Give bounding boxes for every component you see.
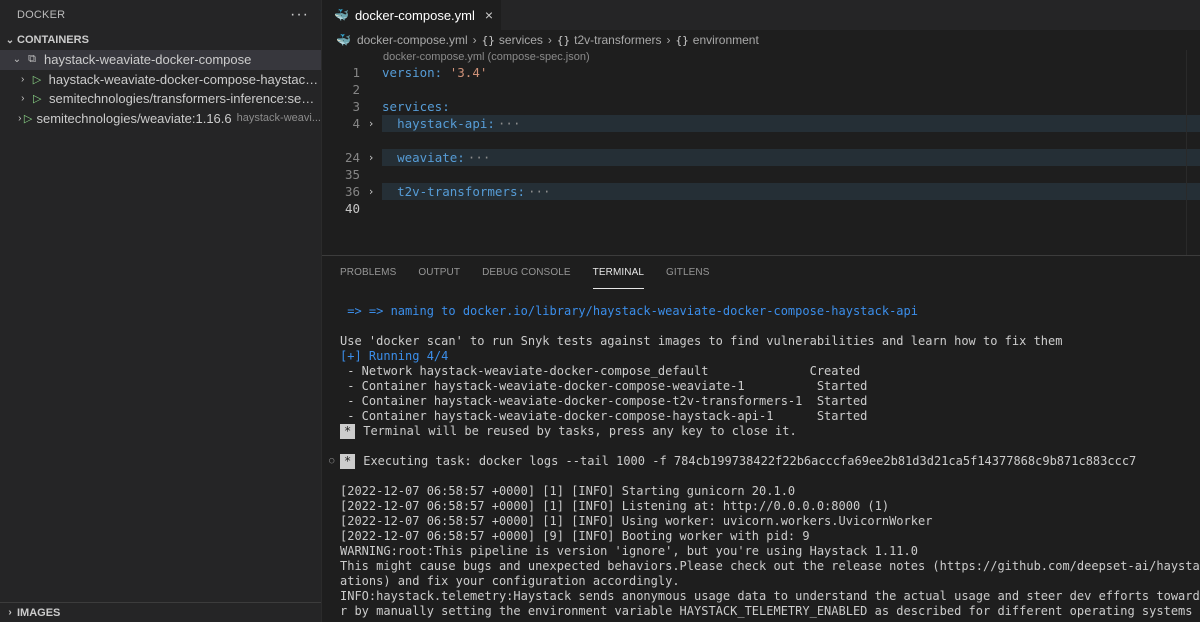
chevron-right-icon: › <box>472 33 477 47</box>
compose-stack-icon: ⧉ <box>28 53 36 66</box>
line-number: 40 <box>344 201 360 216</box>
terminal-line: [+] Running 4/4 <box>340 349 449 363</box>
code-editor[interactable]: 1 version: '3.4' 2 3 services: 4 › hayst… <box>322 64 1200 217</box>
tab-problems[interactable]: PROBLEMS <box>340 256 396 289</box>
tab-docker-compose[interactable]: 🐳 docker-compose.yml × <box>322 0 503 30</box>
chevron-right-icon: › <box>18 112 22 124</box>
terminal-line: This might cause bugs and unexpected beh… <box>340 559 1200 573</box>
code-line-current: 40 <box>322 200 1200 217</box>
chevron-down-icon: ⌄ <box>5 34 15 46</box>
docker-sidebar: DOCKER ··· ⌄ CONTAINERS ⌄ ⧉ haystack-wea… <box>0 0 322 622</box>
chevron-right-icon[interactable]: › <box>360 185 382 198</box>
code-line-folded: 36 › t2v-transformers: ··· <box>322 183 1200 200</box>
code-line-folded: 4 › haystack-api: ··· <box>322 115 1200 132</box>
terminal-line: - Container haystack-weaviate-docker-com… <box>340 394 868 408</box>
tab-label: docker-compose.yml <box>354 7 475 23</box>
terminal-line: [2022-12-07 06:58:57 +0000] [1] [INFO] L… <box>340 499 890 513</box>
container-label: semitechnologies/transformers-inference:… <box>49 91 321 107</box>
terminal-line: [2022-12-07 06:58:57 +0000] [9] [INFO] B… <box>340 529 810 543</box>
chevron-right-icon: › <box>8 607 12 618</box>
editor-scrollbar[interactable] <box>1186 50 1200 255</box>
running-container-icon: ▷ <box>33 93 42 106</box>
breadcrumb: 🐳 docker-compose.yml › {} services › {} … <box>322 30 1200 50</box>
task-badge: * <box>340 454 356 469</box>
panel-tabs: PROBLEMS OUTPUT DEBUG CONSOLE TERMINAL G… <box>322 256 1200 289</box>
container-detail: haystack-weavi... <box>236 112 321 125</box>
containers-section-label: CONTAINERS <box>17 34 89 46</box>
tab-gitlens[interactable]: GITLENS <box>666 256 710 289</box>
terminal-line: r by manually setting the environment va… <box>340 604 1200 618</box>
terminal-line: - Network haystack-weaviate-docker-compo… <box>340 364 861 378</box>
breadcrumb-t2v[interactable]: t2v-transformers <box>574 33 661 47</box>
editor-area: 🐳 docker-compose.yml × 🐳 docker-compose.… <box>322 0 1200 255</box>
running-container-icon: ▷ <box>23 112 33 125</box>
terminal-line: INFO:haystack.telemetry:Haystack sends a… <box>340 589 1200 603</box>
container-item[interactable]: › ▷ semitechnologies/transformers-infere… <box>0 89 321 109</box>
schema-codelens[interactable]: docker-compose.yml (compose-spec.json) <box>322 50 1200 64</box>
terminal-line: ○ * Executing task: docker logs --tail 100… <box>329 454 1137 469</box>
chevron-right-icon: › <box>21 93 25 105</box>
object-icon: {} <box>481 33 495 47</box>
object-icon: {} <box>556 33 571 47</box>
container-label: semitechnologies/weaviate:1.16.6 <box>36 110 232 126</box>
chevron-right-icon: › <box>666 33 671 47</box>
docker-whale-icon: 🐳 <box>336 33 351 47</box>
line-number: 4 <box>352 116 360 131</box>
docker-whale-icon: 🐳 <box>334 8 349 22</box>
terminal-line: * Terminal will be reused by tasks, press… <box>340 424 1200 439</box>
line-number: 24 <box>344 150 360 165</box>
chevron-right-icon: › <box>547 33 552 47</box>
chevron-right-icon[interactable]: › <box>360 151 382 164</box>
line-number: 2 <box>352 82 360 97</box>
line-number: 3 <box>352 99 360 114</box>
breadcrumb-services[interactable]: services <box>499 33 543 47</box>
container-label: haystack-weaviate-docker-compose-haystac… <box>48 71 321 87</box>
images-section-label: IMAGES <box>17 606 61 619</box>
images-section-header[interactable]: › IMAGES <box>0 602 321 622</box>
terminal-line: [2022-12-07 06:58:57 +0000] [1] [INFO] S… <box>340 484 796 498</box>
sidebar-title: DOCKER <box>17 9 66 21</box>
task-badge: * <box>340 424 356 439</box>
line-number: 1 <box>352 65 360 80</box>
editor-tab-bar: 🐳 docker-compose.yml × <box>322 0 1200 30</box>
container-item[interactable]: › ▷ semitechnologies/weaviate:1.16.6 hay… <box>0 109 321 129</box>
folded-ellipsis: ··· <box>528 184 551 199</box>
terminal-line: ations) and fix your configuration accor… <box>340 574 680 588</box>
terminal-line: - Container haystack-weaviate-docker-com… <box>340 379 868 393</box>
terminal-line: - Container haystack-weaviate-docker-com… <box>340 409 868 423</box>
chevron-right-icon: › <box>21 73 25 85</box>
terminal-output[interactable]: => => naming to docker.io/library/haysta… <box>329 304 1200 619</box>
folded-ellipsis: ··· <box>497 116 521 131</box>
code-line: 35 <box>322 166 1200 183</box>
breadcrumb-file[interactable]: docker-compose.yml <box>357 33 468 47</box>
code-line: 1 version: '3.4' <box>322 64 1200 81</box>
terminal-line: Use 'docker scan' to run Snyk tests agai… <box>340 334 1063 348</box>
folded-ellipsis: ··· <box>467 150 491 165</box>
line-number: 36 <box>344 184 360 199</box>
running-container-icon: ▷ <box>32 73 42 86</box>
code-line: 3 services: <box>322 98 1200 115</box>
breadcrumb-environment[interactable]: environment <box>693 33 759 47</box>
tab-debug-console[interactable]: DEBUG CONSOLE <box>482 256 571 289</box>
code-line: 2 <box>322 81 1200 98</box>
terminal-line: WARNING:root:This pipeline is version 'i… <box>340 544 918 558</box>
close-icon[interactable]: × <box>485 7 493 23</box>
bottom-panel: PROBLEMS OUTPUT DEBUG CONSOLE TERMINAL G… <box>322 255 1200 622</box>
container-item[interactable]: › ▷ haystack-weaviate-docker-compose-hay… <box>0 70 321 90</box>
tab-terminal[interactable]: TERMINAL <box>592 256 645 289</box>
terminal-line: => => naming to docker.io/library/haysta… <box>340 304 918 318</box>
compose-group-item[interactable]: ⌄ ⧉ haystack-weaviate-docker-compose <box>0 50 321 70</box>
chevron-down-icon: ⌄ <box>12 54 22 66</box>
code-line-folded: 24 › weaviate: ··· <box>322 149 1200 166</box>
chevron-right-icon[interactable]: › <box>360 117 382 130</box>
line-number: 35 <box>344 167 360 182</box>
compose-group-label: haystack-weaviate-docker-compose <box>44 52 252 68</box>
sidebar-header: DOCKER ··· <box>0 0 321 30</box>
object-icon: {} <box>675 33 689 47</box>
terminal-line: [2022-12-07 06:58:57 +0000] [1] [INFO] U… <box>340 514 933 528</box>
circle-icon: ○ <box>329 456 335 466</box>
more-actions-icon[interactable]: ··· <box>290 6 309 24</box>
tab-output[interactable]: OUTPUT <box>418 256 460 289</box>
containers-section-header[interactable]: ⌄ CONTAINERS <box>0 30 321 50</box>
